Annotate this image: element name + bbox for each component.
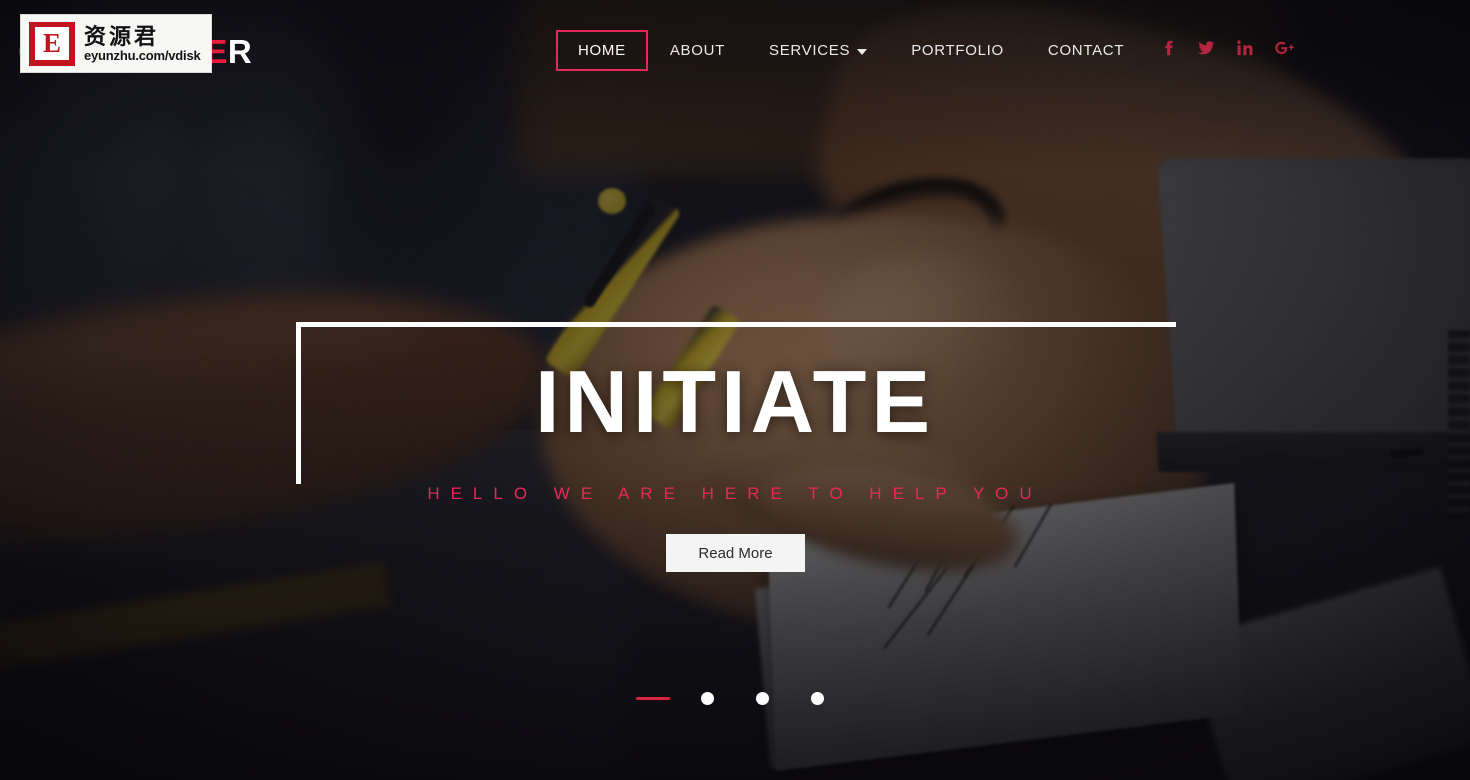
watermark-logo-icon: E [29, 21, 75, 66]
hero-title: INITIATE [534, 352, 936, 451]
hero-subtitle: HELLO WE ARE HERE TO HELP YOU [427, 484, 1043, 503]
nav-item-label: SERVICES [769, 42, 851, 59]
nav-item-label: ABOUT [669, 42, 725, 59]
carousel-indicator[interactable] [691, 692, 725, 705]
site-header: CONTROLLER HOMEABOUTSERVICESPORTFOLIOCON… [0, 0, 1470, 104]
google-plus-icon[interactable] [1275, 40, 1294, 56]
nav-item-services[interactable]: SERVICES [747, 30, 889, 71]
carousel-indicator-active [635, 697, 670, 700]
watermark-text: 资源君 eyunzhu.com/vdisk [84, 25, 201, 63]
nav-item-label: PORTFOLIO [911, 42, 1004, 59]
carousel-indicator[interactable] [746, 692, 780, 705]
carousel-indicators [0, 692, 1470, 705]
social-links [1160, 40, 1294, 56]
hero-section: CONTROLLER HOMEABOUTSERVICESPORTFOLIOCON… [0, 0, 1470, 780]
linkedin-icon[interactable] [1237, 40, 1253, 56]
watermark-overlay: E 资源君 eyunzhu.com/vdisk [20, 14, 212, 73]
carousel-indicator-dot [756, 692, 769, 705]
nav-item-home[interactable]: HOME [556, 30, 648, 71]
read-more-button[interactable]: Read More [666, 534, 805, 572]
nav-item-label: CONTACT [1047, 42, 1125, 59]
twitter-icon[interactable] [1198, 40, 1215, 56]
watermark-chinese-name: 资源君 [84, 23, 160, 49]
nav-item-label: HOME [578, 42, 626, 59]
watermark-logo-letter: E [35, 27, 69, 60]
carousel-indicator-dot [701, 692, 714, 705]
nav-item-about[interactable]: ABOUT [648, 30, 747, 71]
facebook-icon[interactable] [1160, 40, 1176, 56]
main-navigation: HOME ABOUT SERVICES PORTFOLIO CONTACT [556, 30, 1146, 71]
chevron-down-icon [857, 48, 868, 55]
carousel-indicator-dot [811, 692, 824, 705]
watermark-url: eyunzhu.com/vdisk [84, 47, 201, 63]
carousel-indicator[interactable] [801, 692, 835, 705]
nav-item-contact[interactable]: CONTACT [1026, 30, 1146, 71]
carousel-indicator[interactable] [635, 697, 670, 700]
brand-letter: R [227, 33, 253, 70]
nav-item-portfolio[interactable]: PORTFOLIO [889, 30, 1026, 71]
